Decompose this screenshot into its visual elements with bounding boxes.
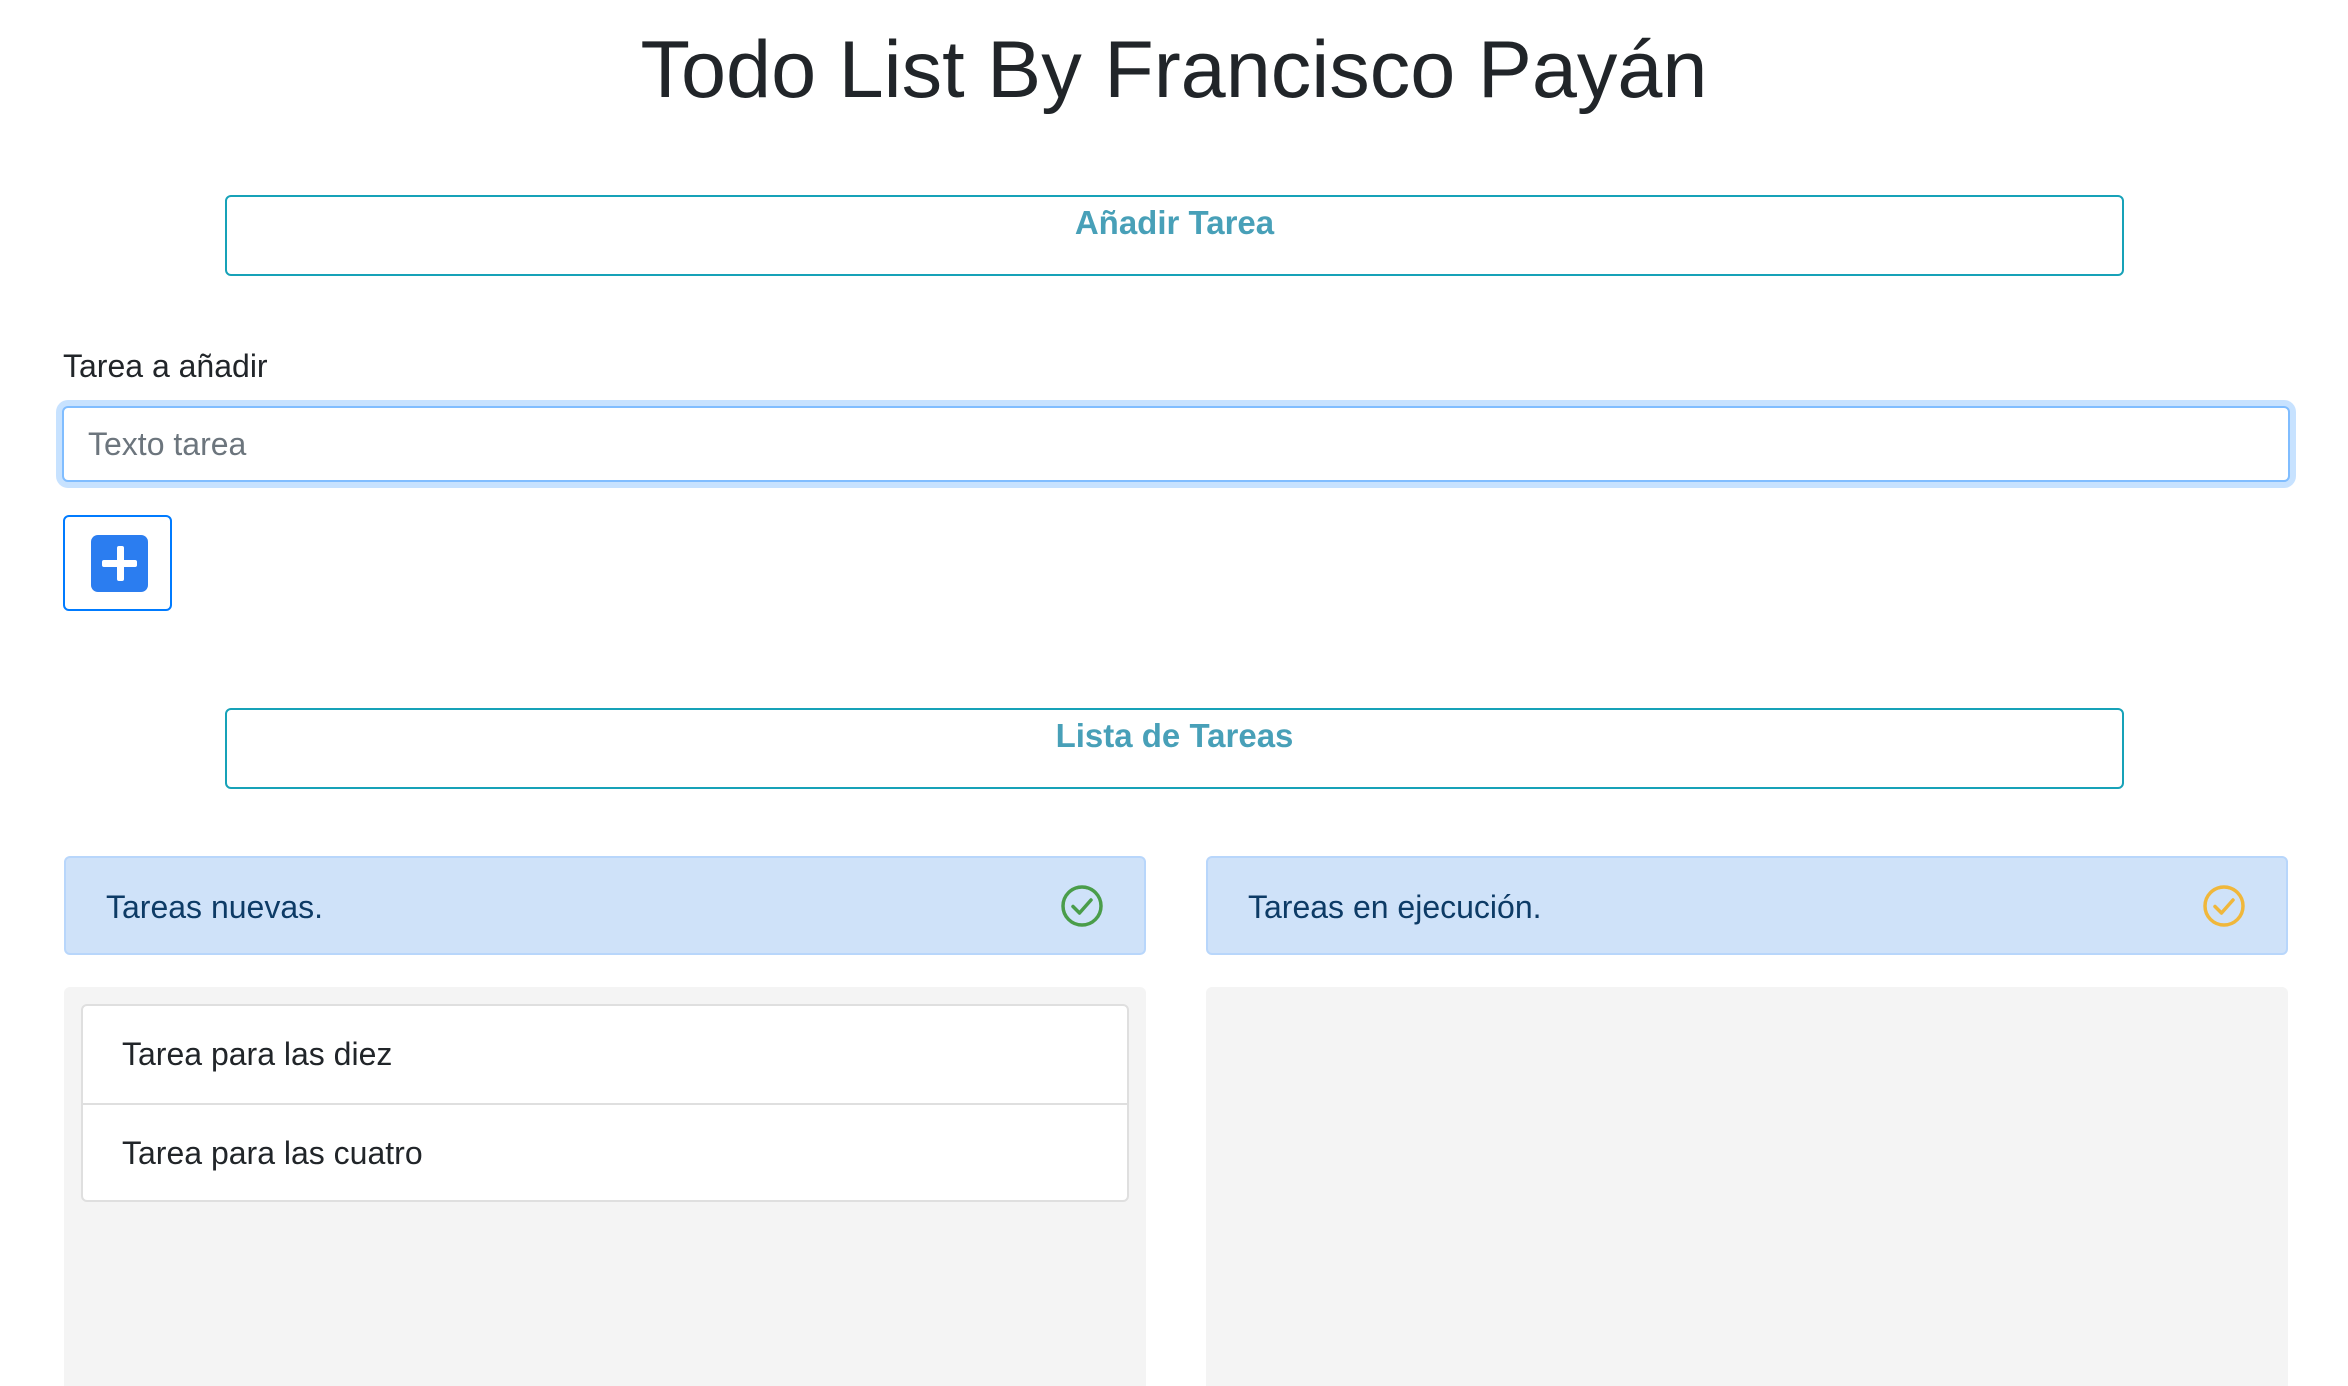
new-tasks-dropzone[interactable]: Tarea para las diez Tarea para las cuatr… bbox=[64, 987, 1146, 1386]
add-task-section-title: Añadir Tarea bbox=[1074, 204, 1275, 241]
new-tasks-header: Tareas nuevas. bbox=[64, 856, 1146, 955]
new-tasks-list: Tarea para las diez Tarea para las cuatr… bbox=[81, 1004, 1129, 1202]
page-title: Todo List By Francisco Payán bbox=[640, 25, 1708, 115]
task-input-label: Tarea a añadir bbox=[63, 348, 268, 384]
task-item[interactable]: Tarea para las cuatro bbox=[83, 1103, 1127, 1200]
add-task-button[interactable] bbox=[63, 515, 172, 611]
in-progress-tasks-dropzone[interactable] bbox=[1206, 987, 2288, 1386]
add-task-section-header: Añadir Tarea bbox=[225, 195, 2124, 276]
task-list-section-title: Lista de Tareas bbox=[1055, 717, 1294, 754]
plus-square-icon bbox=[91, 535, 148, 592]
new-tasks-title: Tareas nuevas. bbox=[106, 889, 324, 925]
task-input[interactable] bbox=[62, 406, 2290, 482]
check-circle-icon bbox=[1061, 885, 1103, 927]
task-list-section-header: Lista de Tareas bbox=[225, 708, 2124, 789]
task-item[interactable]: Tarea para las diez bbox=[83, 1006, 1127, 1103]
check-circle-icon bbox=[2203, 885, 2245, 927]
in-progress-tasks-header: Tareas en ejecución. bbox=[1206, 856, 2288, 955]
in-progress-tasks-title: Tareas en ejecución. bbox=[1248, 889, 1542, 925]
